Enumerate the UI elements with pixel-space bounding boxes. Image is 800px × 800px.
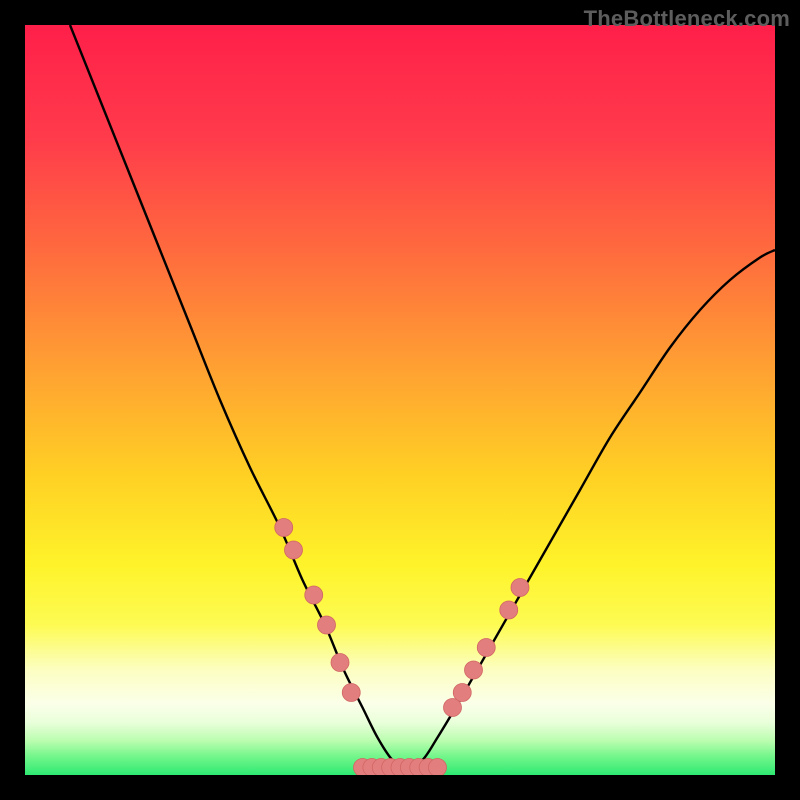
data-marker	[285, 541, 303, 559]
data-marker	[318, 616, 336, 634]
chart-svg	[25, 25, 775, 775]
data-marker	[331, 654, 349, 672]
data-marker	[465, 661, 483, 679]
data-marker	[305, 586, 323, 604]
data-marker	[477, 639, 495, 657]
data-marker	[453, 684, 471, 702]
data-marker	[342, 684, 360, 702]
data-marker	[511, 579, 529, 597]
chart-frame: TheBottleneck.com	[0, 0, 800, 800]
gradient-background	[25, 25, 775, 775]
watermark-text: TheBottleneck.com	[584, 6, 790, 32]
data-marker	[429, 759, 447, 776]
data-marker	[500, 601, 518, 619]
data-marker	[275, 519, 293, 537]
chart-plot-area	[25, 25, 775, 775]
